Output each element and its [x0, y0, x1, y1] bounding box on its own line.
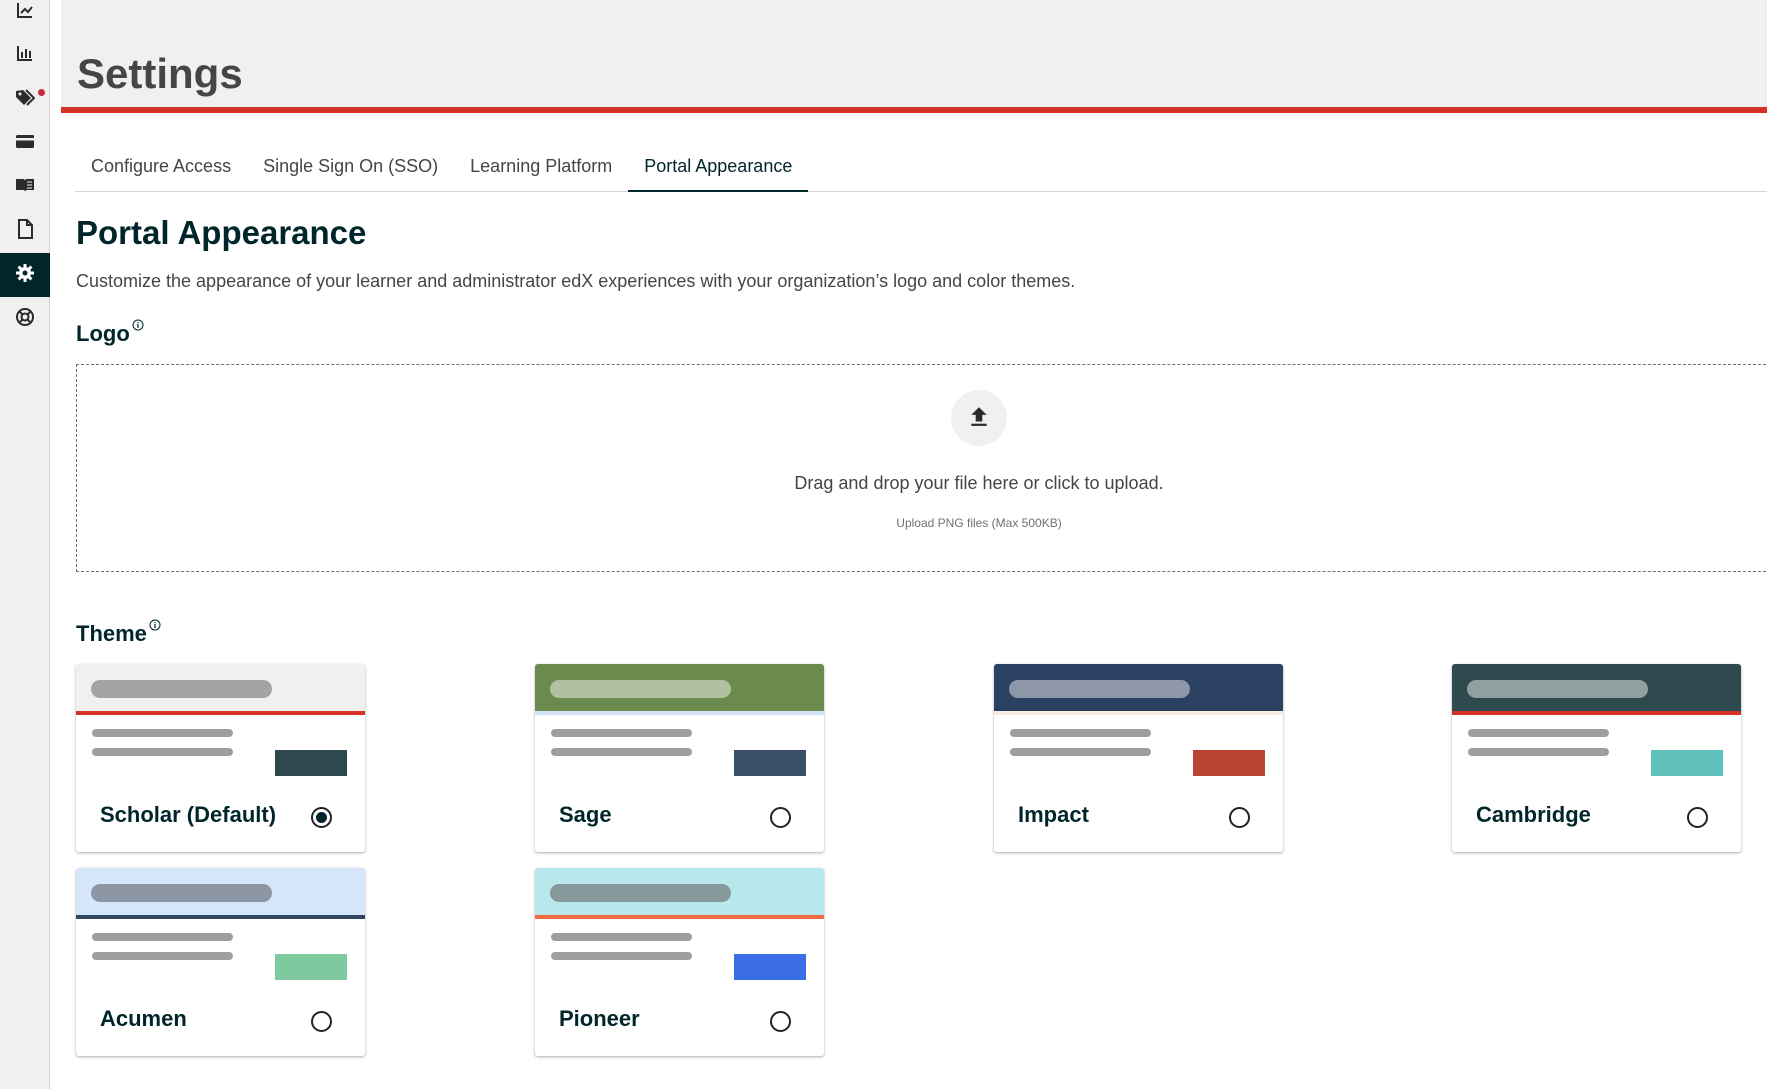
logo-dropzone[interactable]: Drag and drop your file here or click to…: [76, 364, 1767, 572]
theme-preview-accent: [535, 711, 824, 715]
notification-dot: [38, 89, 45, 96]
theme-color-swatch: [275, 954, 347, 980]
gear-icon: [15, 263, 35, 288]
theme-card-acumen[interactable]: Acumen: [76, 868, 365, 1056]
upload-icon: [968, 405, 990, 432]
theme-heading: Theme: [76, 619, 161, 647]
theme-name: Cambridge: [1476, 802, 1591, 827]
theme-name: Scholar (Default): [100, 802, 277, 827]
tab-learning-platform[interactable]: Learning Platform: [454, 150, 628, 192]
theme-color-swatch: [1651, 750, 1723, 776]
theme-name: Pioneer: [559, 1006, 640, 1031]
theme-preview-banner: [994, 664, 1283, 711]
bar-chart-icon: [15, 43, 35, 68]
theme-preview-banner: [76, 868, 365, 915]
tags-icon: [15, 87, 36, 112]
sidebar-item-billing[interactable]: [0, 121, 50, 165]
theme-preview-accent: [535, 915, 824, 919]
sidebar-item-subscriptions[interactable]: [0, 77, 50, 121]
theme-preview-accent: [994, 711, 1283, 715]
theme-preview-accent: [76, 711, 365, 715]
theme-card-scholar[interactable]: Scholar (Default): [76, 664, 365, 852]
tab-single-sign-on[interactable]: Single Sign On (SSO): [247, 150, 454, 192]
page-header: Settings: [61, 0, 1767, 113]
settings-tabs: Configure Access Single Sign On (SSO) Le…: [75, 150, 1767, 192]
trending-chart-icon: [15, 0, 35, 25]
theme-radio[interactable]: [770, 1011, 791, 1032]
theme-preview-banner: [535, 664, 824, 711]
theme-preview-banner: [1452, 664, 1741, 711]
sidebar-item-documents[interactable]: [0, 209, 50, 253]
sidebar-item-settings[interactable]: [0, 253, 50, 297]
upload-instructions: Drag and drop your file here or click to…: [794, 473, 1164, 493]
upload-hint: Upload PNG files (Max 500KB): [896, 516, 1062, 530]
theme-radio[interactable]: [311, 1011, 332, 1032]
theme-radio[interactable]: [1687, 807, 1708, 828]
theme-card-cambridge[interactable]: Cambridge: [1452, 664, 1741, 852]
theme-color-swatch: [275, 750, 347, 776]
theme-color-swatch: [734, 750, 806, 776]
credit-card-icon: [15, 131, 35, 156]
page-title: Settings: [77, 50, 243, 97]
info-icon[interactable]: [149, 611, 161, 631]
theme-radio[interactable]: [1229, 807, 1250, 828]
support-icon: [15, 307, 35, 332]
theme-name: Acumen: [100, 1006, 187, 1031]
sidebar-item-content[interactable]: [0, 165, 50, 209]
sidebar-item-analytics[interactable]: [0, 0, 50, 34]
tab-configure-access[interactable]: Configure Access: [75, 150, 247, 192]
theme-preview-banner: [535, 868, 824, 915]
left-sidebar: [0, 0, 50, 1089]
theme-radio[interactable]: [311, 807, 332, 828]
theme-preview-accent: [76, 915, 365, 919]
theme-card-pioneer[interactable]: Pioneer: [535, 868, 824, 1056]
book-icon: [15, 175, 35, 200]
sidebar-item-reports[interactable]: [0, 33, 50, 77]
theme-preview-banner: [76, 664, 365, 711]
section-title: Portal Appearance: [76, 214, 367, 251]
sidebar-item-support[interactable]: [0, 297, 50, 341]
theme-label: Theme: [76, 621, 147, 646]
upload-button[interactable]: [951, 390, 1007, 446]
theme-name: Impact: [1018, 802, 1089, 827]
theme-color-swatch: [734, 954, 806, 980]
info-icon[interactable]: [132, 311, 144, 331]
logo-heading: Logo: [76, 319, 144, 347]
document-icon: [15, 218, 35, 244]
theme-color-swatch: [1193, 750, 1265, 776]
theme-name: Sage: [559, 802, 612, 827]
theme-radio[interactable]: [770, 807, 791, 828]
theme-preview-accent: [1452, 711, 1741, 715]
theme-card-impact[interactable]: Impact: [994, 664, 1283, 852]
theme-card-sage[interactable]: Sage: [535, 664, 824, 852]
logo-label: Logo: [76, 321, 130, 346]
tab-portal-appearance[interactable]: Portal Appearance: [628, 150, 809, 192]
section-description: Customize the appearance of your learner…: [76, 271, 1076, 291]
